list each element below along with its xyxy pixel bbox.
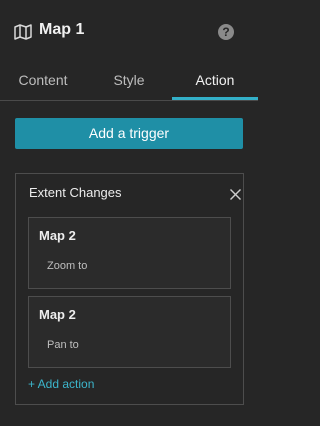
panel-header: Map 1 ?	[0, 0, 258, 62]
action-target: Map 2	[39, 307, 76, 322]
help-icon[interactable]: ?	[218, 24, 234, 40]
settings-panel: Map 1 ? Content Style Action Add a trigg…	[0, 0, 258, 426]
add-action-link[interactable]: + Add action	[28, 377, 94, 391]
map-icon	[14, 24, 32, 40]
tab-style[interactable]: Style	[86, 72, 172, 88]
tab-action[interactable]: Action	[172, 72, 258, 88]
action-item[interactable]: Map 2 Zoom to	[28, 217, 231, 289]
trigger-name: Extent Changes	[29, 185, 122, 200]
close-icon[interactable]	[229, 188, 242, 201]
tab-content[interactable]: Content	[0, 72, 86, 88]
tab-bar: Content Style Action	[0, 62, 258, 101]
action-target: Map 2	[39, 228, 76, 243]
active-tab-indicator	[172, 97, 258, 100]
action-operation: Zoom to	[47, 260, 88, 272]
trigger-card: Extent Changes	[15, 173, 244, 405]
action-item[interactable]: Map 2 Pan to	[28, 296, 231, 368]
page-title: Map 1	[39, 21, 85, 38]
action-operation: Pan to	[47, 339, 79, 351]
add-trigger-button[interactable]: Add a trigger	[15, 118, 243, 149]
